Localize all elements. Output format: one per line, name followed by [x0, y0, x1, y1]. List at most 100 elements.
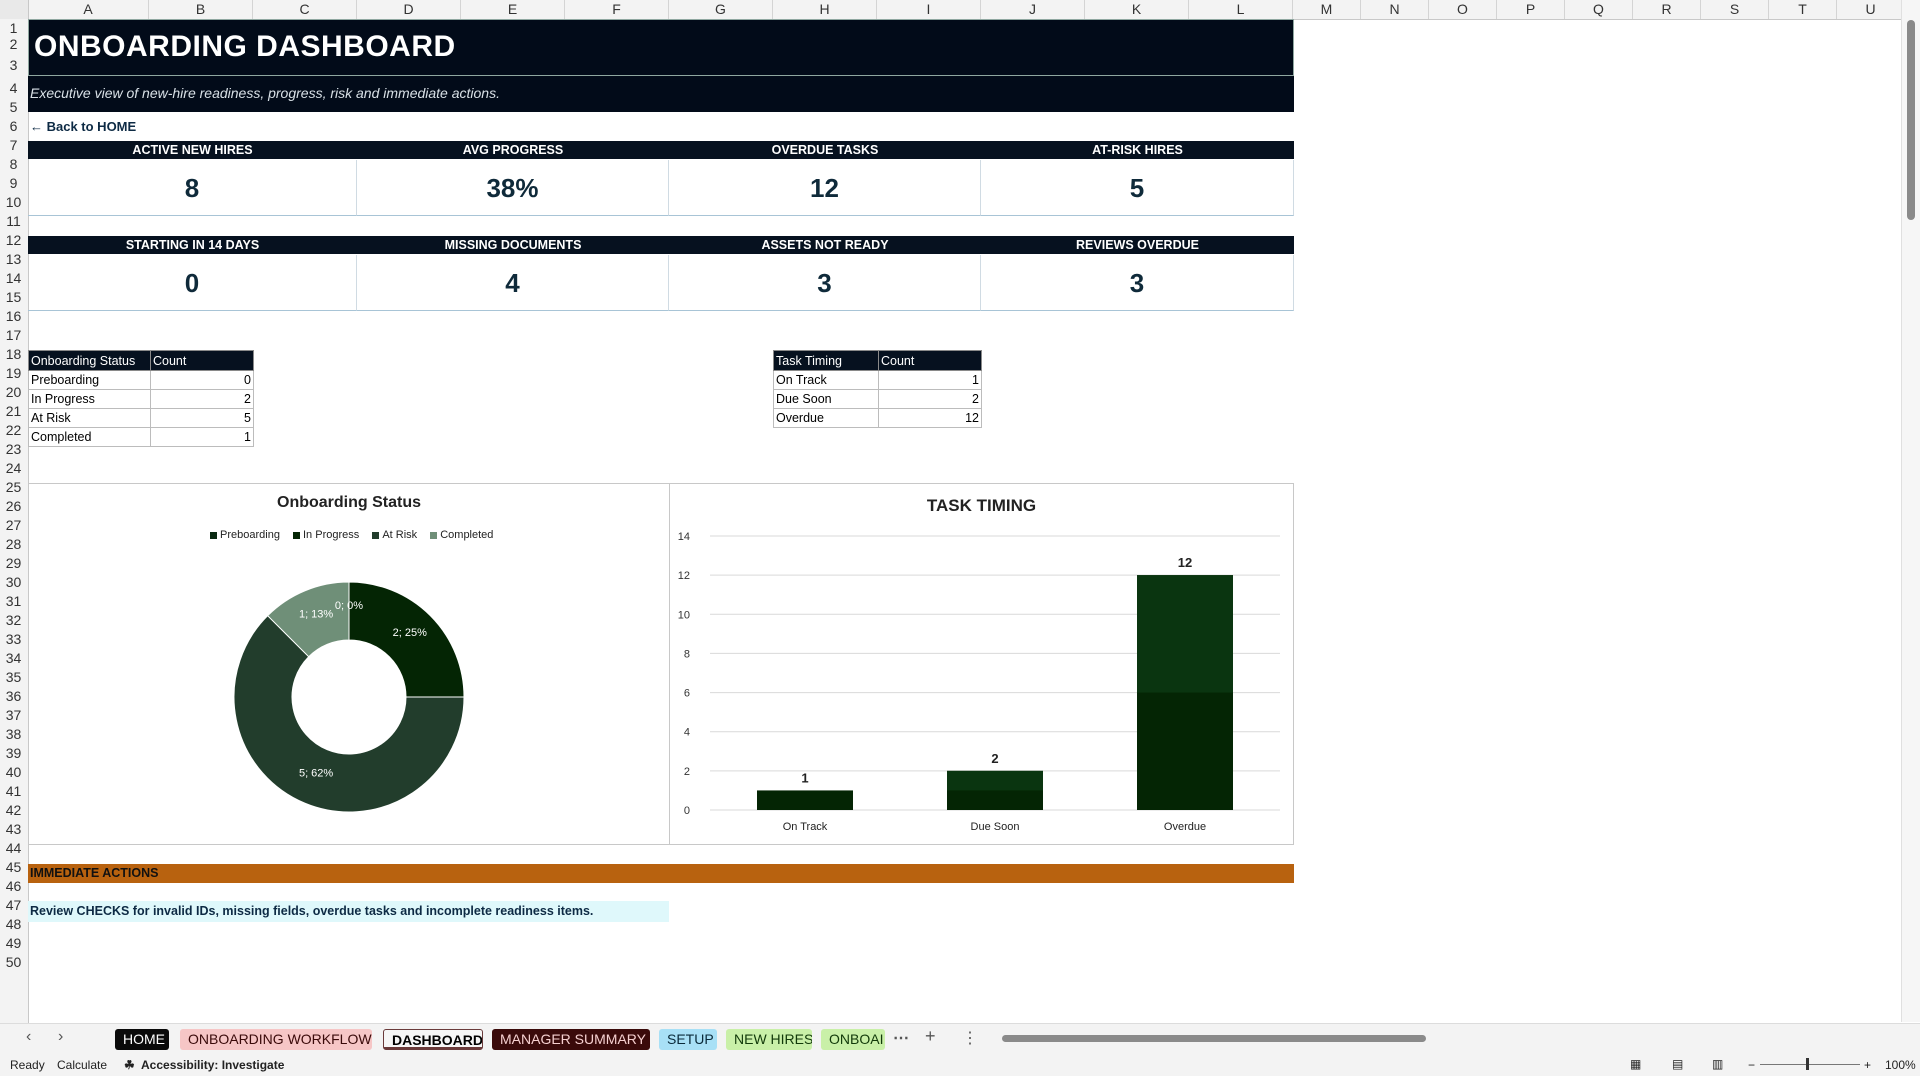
- row-header[interactable]: 47: [0, 896, 27, 915]
- kpi-value-assets-not-ready[interactable]: 3: [669, 255, 981, 311]
- row-header[interactable]: 22: [0, 421, 27, 440]
- prev-sheet-icon[interactable]: ‹: [26, 1028, 31, 1046]
- timing-table-header-count[interactable]: Count: [878, 350, 982, 371]
- row-header[interactable]: 43: [0, 820, 27, 839]
- calculate-button[interactable]: Calculate: [57, 1058, 107, 1072]
- status-cell-name[interactable]: Preboarding: [28, 370, 151, 390]
- row-header[interactable]: 1: [0, 19, 27, 37]
- column-header[interactable]: A: [28, 0, 149, 19]
- add-sheet-icon[interactable]: +: [925, 1026, 936, 1047]
- status-table-header-count[interactable]: Count: [150, 350, 254, 371]
- accessibility-status[interactable]: Accessibility: Investigate: [141, 1058, 284, 1072]
- row-header[interactable]: 31: [0, 592, 27, 611]
- timing-cell-count[interactable]: 2: [878, 389, 982, 409]
- column-header[interactable]: B: [149, 0, 253, 19]
- row-header[interactable]: 46: [0, 877, 27, 896]
- status-cell-name[interactable]: In Progress: [28, 389, 151, 409]
- immediate-action-note[interactable]: Review CHECKS for invalid IDs, missing f…: [28, 901, 669, 922]
- row-header[interactable]: 17: [0, 326, 27, 345]
- kpi-value-starting-14-days[interactable]: 0: [28, 255, 357, 311]
- zoom-slider[interactable]: [1760, 1064, 1860, 1065]
- row-header[interactable]: 24: [0, 459, 27, 478]
- page-break-icon[interactable]: ▥: [1712, 1057, 1723, 1071]
- tab-setup[interactable]: SETUP: [659, 1029, 717, 1050]
- donut-slice[interactable]: [348, 581, 465, 698]
- zoom-slider-thumb[interactable]: [1806, 1058, 1809, 1070]
- row-header[interactable]: 14: [0, 269, 27, 288]
- status-cell-count[interactable]: 1: [150, 427, 254, 447]
- row-header[interactable]: 30: [0, 573, 27, 592]
- bar[interactable]: [757, 790, 853, 810]
- row-header[interactable]: 7: [0, 136, 27, 155]
- row-header[interactable]: 16: [0, 307, 27, 326]
- zoom-level[interactable]: 100%: [1885, 1058, 1916, 1072]
- zoom-out-icon[interactable]: −: [1748, 1058, 1755, 1072]
- timing-cell-name[interactable]: Overdue: [773, 408, 879, 428]
- row-header[interactable]: 2: [0, 37, 27, 52]
- status-cell-name[interactable]: Completed: [28, 427, 151, 447]
- normal-view-icon[interactable]: ▦: [1630, 1057, 1641, 1071]
- row-header[interactable]: 38: [0, 725, 27, 744]
- row-header[interactable]: 50: [0, 953, 27, 972]
- row-header[interactable]: 18: [0, 345, 27, 364]
- column-header[interactable]: H: [773, 0, 877, 19]
- row-header[interactable]: 45: [0, 858, 27, 877]
- kpi-value-overdue-tasks[interactable]: 12: [669, 160, 981, 216]
- accessibility-icon[interactable]: ☘: [124, 1058, 135, 1072]
- row-header[interactable]: 26: [0, 497, 27, 516]
- status-cell-count[interactable]: 5: [150, 408, 254, 428]
- timing-cell-name[interactable]: On Track: [773, 370, 879, 390]
- row-header[interactable]: 32: [0, 611, 27, 630]
- column-header[interactable]: C: [253, 0, 357, 19]
- dashboard-title[interactable]: ONBOARDING DASHBOARD: [34, 30, 456, 64]
- select-all-corner[interactable]: [0, 0, 29, 19]
- vertical-scroll-thumb[interactable]: [1907, 20, 1915, 220]
- column-header[interactable]: E: [461, 0, 565, 19]
- column-header[interactable]: L: [1189, 0, 1293, 19]
- status-cell-count[interactable]: 2: [150, 389, 254, 409]
- column-header[interactable]: I: [877, 0, 981, 19]
- dashboard-subtitle[interactable]: Executive view of new-hire readiness, pr…: [30, 85, 500, 101]
- row-header[interactable]: 33: [0, 630, 27, 649]
- kpi-value-active-new-hires[interactable]: 8: [28, 160, 357, 216]
- tab-onboarding-workflow[interactable]: ONBOARDING WORKFLOW: [180, 1029, 372, 1050]
- tab-home[interactable]: HOME: [115, 1029, 169, 1050]
- status-cell-count[interactable]: 0: [150, 370, 254, 390]
- column-header[interactable]: F: [565, 0, 669, 19]
- timing-table-header-timing[interactable]: Task Timing: [773, 350, 879, 371]
- kpi-value-missing-documents[interactable]: 4: [357, 255, 669, 311]
- row-header[interactable]: 4: [0, 78, 27, 98]
- timing-cell-count[interactable]: 1: [878, 370, 982, 390]
- column-header[interactable]: T: [1769, 0, 1837, 19]
- row-header[interactable]: 34: [0, 649, 27, 668]
- row-header[interactable]: 8: [0, 155, 27, 174]
- kpi-value-reviews-overdue[interactable]: 3: [981, 255, 1294, 311]
- column-header[interactable]: O: [1429, 0, 1497, 19]
- row-header[interactable]: 20: [0, 383, 27, 402]
- row-header[interactable]: 5: [0, 98, 27, 117]
- column-header[interactable]: U: [1837, 0, 1905, 19]
- status-cell-name[interactable]: At Risk: [28, 408, 151, 428]
- row-header[interactable]: 25: [0, 478, 27, 497]
- task-timing-chart[interactable]: TASK TIMING 0 2 4 6 8 10 12 14 1 On Track 2 Due Soo…: [669, 483, 1294, 845]
- row-header[interactable]: 36: [0, 687, 27, 706]
- row-header[interactable]: 6: [0, 117, 27, 136]
- tab-new-hires[interactable]: NEW HIRES: [726, 1029, 812, 1050]
- row-header[interactable]: 13: [0, 250, 27, 269]
- row-header[interactable]: 9: [0, 174, 27, 193]
- column-header[interactable]: S: [1701, 0, 1769, 19]
- vertical-scrollbar[interactable]: [1901, 0, 1920, 1022]
- row-header[interactable]: 37: [0, 706, 27, 725]
- kpi-value-at-risk-hires[interactable]: 5: [981, 160, 1294, 216]
- row-header[interactable]: 42: [0, 801, 27, 820]
- column-header[interactable]: G: [669, 0, 773, 19]
- timing-cell-name[interactable]: Due Soon: [773, 389, 879, 409]
- row-header[interactable]: 48: [0, 915, 27, 934]
- row-header[interactable]: 41: [0, 782, 27, 801]
- column-header[interactable]: P: [1497, 0, 1565, 19]
- tab-dashboard[interactable]: DASHBOARD: [383, 1029, 483, 1050]
- timing-cell-count[interactable]: 12: [878, 408, 982, 428]
- row-header[interactable]: 27: [0, 516, 27, 535]
- column-header[interactable]: M: [1293, 0, 1361, 19]
- column-header[interactable]: N: [1361, 0, 1429, 19]
